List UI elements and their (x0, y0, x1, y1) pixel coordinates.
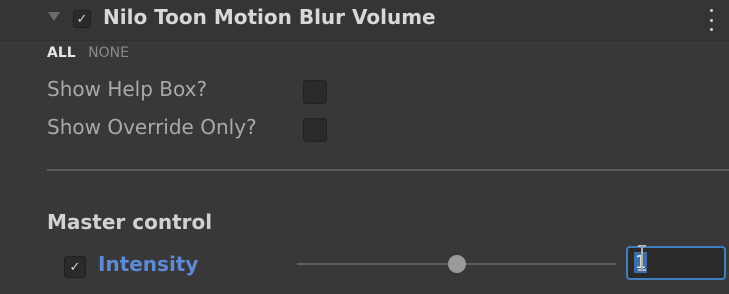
show-override-only-label: Show Override Only? (47, 115, 257, 139)
text-cursor-icon (638, 245, 646, 271)
foldout-triangle-icon[interactable] (48, 12, 60, 21)
section-divider (47, 169, 729, 171)
component-header[interactable]: ✓ Nilo Toon Motion Blur Volume (0, 0, 729, 41)
checkmark-icon: ✓ (76, 11, 88, 27)
intensity-override-checkbox[interactable]: ✓ (64, 256, 86, 278)
all-button[interactable]: ALL (47, 45, 76, 61)
none-button[interactable]: NONE (88, 45, 129, 61)
section-title-master-control: Master control (47, 210, 213, 234)
all-none-toolbar: ALL NONE (47, 45, 129, 61)
show-help-box-checkbox[interactable] (303, 80, 327, 104)
kebab-menu-icon[interactable] (707, 9, 715, 31)
component-title: Nilo Toon Motion Blur Volume (103, 5, 436, 29)
component-enabled-checkbox[interactable]: ✓ (73, 10, 91, 28)
volume-component-inspector: ✓ Nilo Toon Motion Blur Volume ALL NONE … (0, 0, 729, 294)
show-override-only-checkbox[interactable] (303, 118, 327, 142)
checkmark-icon: ✓ (69, 259, 81, 275)
intensity-label: Intensity (98, 252, 199, 276)
intensity-slider[interactable] (297, 255, 616, 273)
slider-thumb[interactable] (447, 255, 466, 273)
show-help-box-label: Show Help Box? (47, 77, 208, 101)
